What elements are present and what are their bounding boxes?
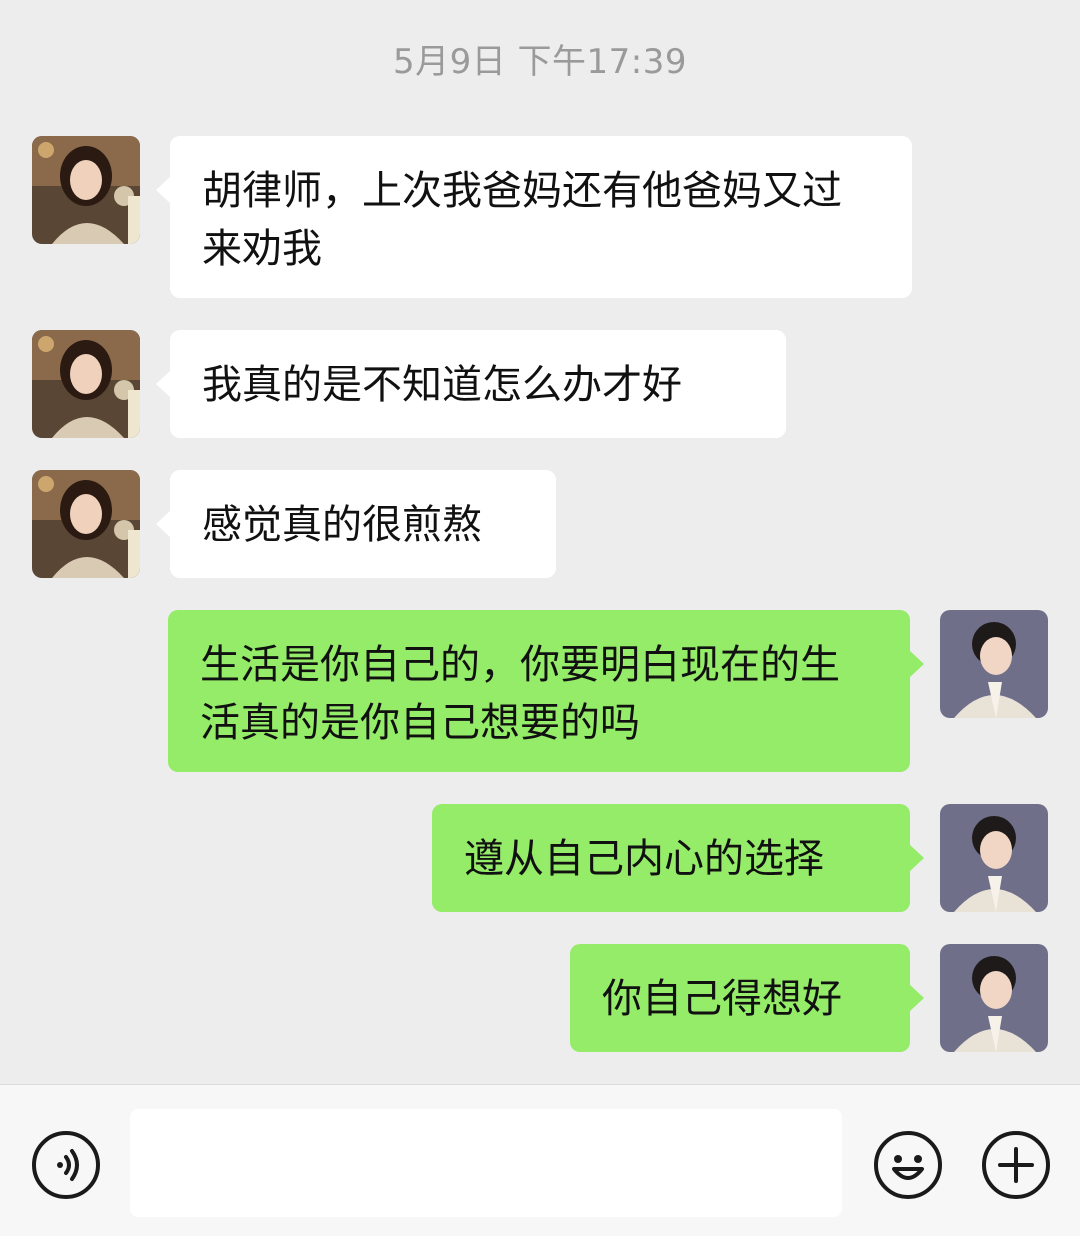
message-bubble-incoming[interactable]: 胡律师，上次我爸妈还有他爸妈又过来劝我 [156,136,912,298]
message-bubble-outgoing[interactable]: 你自己得想好 [570,944,924,1052]
message-input[interactable] [130,1109,842,1217]
message-text: 生活是你自己的，你要明白现在的生活真的是你自己想要的吗 [200,642,840,746]
contact-avatar-image [32,330,140,438]
contact-avatar[interactable] [32,330,140,438]
user-avatar[interactable] [940,610,1048,718]
contact-avatar-image [32,470,140,578]
chat-area[interactable]: 5月9日 下午17:39 胡律师，上次我爸妈还有他爸妈又过来劝我 我真的是不知道… [0,0,1080,1084]
contact-avatar-image [32,136,140,244]
voice-button[interactable] [30,1129,102,1201]
message-text: 我真的是不知道怎么办才好 [202,362,682,408]
user-avatar[interactable] [940,944,1048,1052]
contact-avatar[interactable] [32,470,140,578]
message-timestamp: 5月9日 下午17:39 [392,42,688,82]
user-avatar-image [940,610,1048,718]
message-text: 遵从自己内心的选择 [464,836,824,882]
message-text: 你自己得想好 [602,976,842,1022]
voice-icon [32,1131,100,1199]
user-avatar-image [940,804,1048,912]
message-text: 感觉真的很煎熬 [202,502,482,548]
input-bar [0,1084,1080,1236]
emoji-icon [874,1131,942,1199]
emoji-button[interactable] [872,1129,944,1201]
user-avatar-image [940,944,1048,1052]
plus-icon [982,1131,1050,1199]
contact-avatar[interactable] [32,136,140,244]
message-bubble-incoming[interactable]: 感觉真的很煎熬 [156,470,556,578]
message-text: 胡律师，上次我爸妈还有他爸妈又过来劝我 [202,168,842,272]
message-bubble-outgoing[interactable]: 遵从自己内心的选择 [432,804,924,912]
user-avatar[interactable] [940,804,1048,912]
message-bubble-incoming[interactable]: 我真的是不知道怎么办才好 [156,330,786,438]
message-bubble-outgoing[interactable]: 生活是你自己的，你要明白现在的生活真的是你自己想要的吗 [168,610,924,772]
more-button[interactable] [980,1129,1052,1201]
